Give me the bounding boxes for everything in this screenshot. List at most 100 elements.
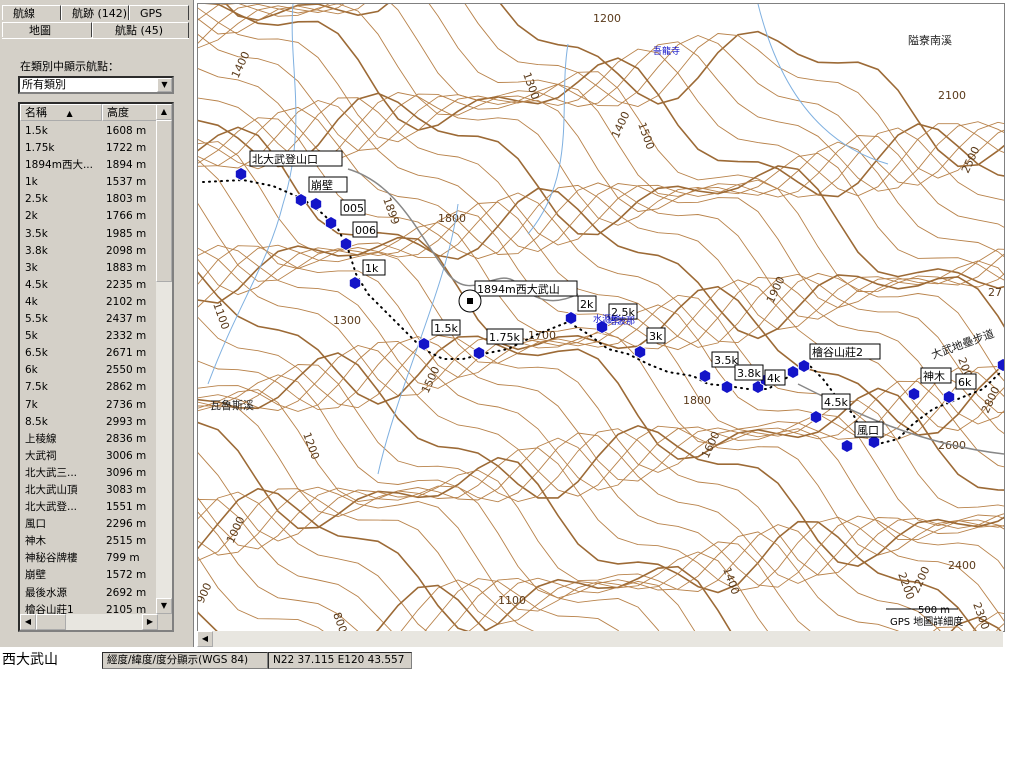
list-item[interactable]: 7.5k 2862 m <box>20 379 160 396</box>
waypoint-name: 4k <box>25 295 38 308</box>
waypoint-altitude: 2332 m <box>106 330 147 343</box>
contour-elevation-label: 27 <box>988 286 1002 299</box>
waypoint-label: 崩壁 <box>311 178 333 192</box>
scroll-right-icon[interactable]: ▶ <box>142 614 158 630</box>
vertical-scrollbar[interactable]: ▲ ▼ <box>156 104 172 614</box>
waypoint-marker[interactable] <box>841 439 853 453</box>
waypoint-altitude: 1722 m <box>106 142 147 155</box>
waypoint-altitude: 2671 m <box>106 347 147 360</box>
waypoint-altitude: 799 m <box>106 552 140 565</box>
scroll-up-icon[interactable]: ▲ <box>156 104 172 120</box>
waypoint-marker[interactable] <box>908 387 920 401</box>
list-item[interactable]: 風口 2296 m <box>20 516 160 533</box>
waypoint-label: 檜谷山莊2 <box>812 345 863 359</box>
contour-line <box>198 97 1004 292</box>
sort-ascending-icon: ▲ <box>66 109 73 118</box>
waypoint-altitude: 1551 m <box>106 501 147 514</box>
selected-waypoint-dot <box>467 298 473 304</box>
coordinate-format[interactable]: 經度/緯度/度分顯示(WGS 84) <box>102 652 268 669</box>
tab-tracks[interactable]: 航跡 (142) <box>61 5 129 20</box>
waypoint-marker[interactable] <box>472 346 486 360</box>
contour-elevation-label: 1400 <box>229 49 253 80</box>
list-item[interactable]: 北大武山頂 3083 m <box>20 482 160 499</box>
topographic-map[interactable]: 1400 1300 1200 1400 1500 2100 2500 1899 1800 1900… <box>197 3 1005 632</box>
list-item[interactable]: 4k 2102 m <box>20 294 160 311</box>
contour-elevation-label: 1800 <box>438 212 466 225</box>
tab-waypoints[interactable]: 航點 (45) <box>92 22 189 39</box>
waypoint-list[interactable]: 名稱 ▲ 高度 1.5k 1608 m 1.75k 1722 m 1894m西大... 1… <box>18 102 174 632</box>
list-item[interactable]: 大武祠 3006 m <box>20 448 160 465</box>
list-item[interactable]: 6k 2550 m <box>20 362 160 379</box>
list-item[interactable]: 北大武三... 3096 m <box>20 465 160 482</box>
hscroll-thumb[interactable] <box>36 614 66 630</box>
waypoint-marker[interactable] <box>295 193 307 207</box>
list-item[interactable]: 神秘谷牌樓 799 m <box>20 550 160 567</box>
waypoint-marker[interactable] <box>798 359 810 373</box>
scroll-thumb[interactable] <box>156 120 172 282</box>
category-select[interactable]: 所有類別 ▼ <box>18 76 174 94</box>
horizontal-scrollbar[interactable]: ◀ ▶ <box>20 614 158 630</box>
list-item[interactable]: 最後水源 2692 m <box>20 585 160 602</box>
map-horizontal-scrollbar[interactable]: ◀ <box>197 631 1003 647</box>
list-item[interactable]: 上稜線 2836 m <box>20 431 160 448</box>
chevron-down-icon[interactable]: ▼ <box>157 78 172 92</box>
list-item[interactable]: 2k 1766 m <box>20 208 160 225</box>
tab-routes[interactable]: 航線 <box>2 5 61 20</box>
list-item[interactable]: 1894m西大... 1894 m <box>20 157 160 174</box>
list-item[interactable]: 3.5k 1985 m <box>20 226 160 243</box>
list-item[interactable]: 5.5k 2437 m <box>20 311 160 328</box>
waypoint-marker[interactable] <box>633 345 647 359</box>
waypoint-marker[interactable] <box>310 197 322 211</box>
waypoint-altitude: 2102 m <box>106 295 147 308</box>
waypoint-marker[interactable] <box>698 369 711 383</box>
waypoint-name: 上稜線 <box>25 432 57 445</box>
contour-elevation-label: 1300 <box>520 71 542 102</box>
waypoint-marker[interactable] <box>348 276 362 290</box>
list-item[interactable]: 1.75k 1722 m <box>20 140 160 157</box>
list-item[interactable]: 6.5k 2671 m <box>20 345 160 362</box>
column-header-name-label: 名稱 <box>25 106 47 119</box>
list-item[interactable]: 8.5k 2993 m <box>20 414 160 431</box>
map-canvas[interactable]: 1400130012001400 1500210025001899 18001900… <box>198 4 1004 631</box>
contour-elevation-label: 2500 <box>959 144 983 175</box>
waypoint-marker[interactable] <box>721 380 733 394</box>
tab-map[interactable]: 地圖 <box>2 22 92 37</box>
waypoint-name: 1.75k <box>25 142 55 155</box>
scroll-left-icon[interactable]: ◀ <box>20 614 36 630</box>
contour-elevation-label: 1400 <box>609 109 633 140</box>
waypoint-name: 4.5k <box>25 278 48 291</box>
contour-line <box>198 584 488 631</box>
contour-elevation-label: 1000 <box>224 514 248 545</box>
waypoint-label: 3k <box>649 330 663 343</box>
list-item[interactable]: 2.5k 1803 m <box>20 191 160 208</box>
contour-elevation-label: 1100 <box>210 301 232 332</box>
waypoint-marker[interactable] <box>943 390 955 404</box>
list-item[interactable]: 北大武登... 1551 m <box>20 499 160 516</box>
map-scroll-left-icon[interactable]: ◀ <box>197 631 213 647</box>
waypoint-marker[interactable] <box>339 237 353 251</box>
place-label: 瓦魯斯溪 <box>210 398 254 412</box>
waypoint-marker[interactable] <box>787 365 799 379</box>
scroll-down-icon[interactable]: ▼ <box>156 598 172 614</box>
list-item[interactable]: 5k 2332 m <box>20 328 160 345</box>
list-item[interactable]: 3.8k 2098 m <box>20 243 160 260</box>
list-item[interactable]: 4.5k 2235 m <box>20 277 160 294</box>
column-header-name[interactable]: 名稱 ▲ <box>20 104 102 121</box>
waypoint-altitude: 2437 m <box>106 313 147 326</box>
waypoint-marker[interactable] <box>810 410 822 424</box>
list-item[interactable]: 神木 2515 m <box>20 533 160 550</box>
column-header-altitude[interactable]: 高度 <box>102 104 158 121</box>
waypoint-marker[interactable] <box>235 167 247 181</box>
list-item[interactable]: 1.5k 1608 m <box>20 123 160 140</box>
waypoint-altitude: 2515 m <box>106 535 147 548</box>
contour-line <box>198 117 1004 330</box>
list-item[interactable]: 崩壁 1572 m <box>20 567 160 584</box>
list-item[interactable]: 1k 1537 m <box>20 174 160 191</box>
waypoint-marker[interactable] <box>564 311 578 325</box>
list-item[interactable]: 3k 1883 m <box>20 260 160 277</box>
waypoint-name: 3k <box>25 261 38 274</box>
list-item[interactable]: 7k 2736 m <box>20 397 160 414</box>
waypoint-marker[interactable] <box>417 337 431 351</box>
tab-gps[interactable]: GPS <box>129 5 189 20</box>
waypoint-marker[interactable] <box>325 216 338 230</box>
